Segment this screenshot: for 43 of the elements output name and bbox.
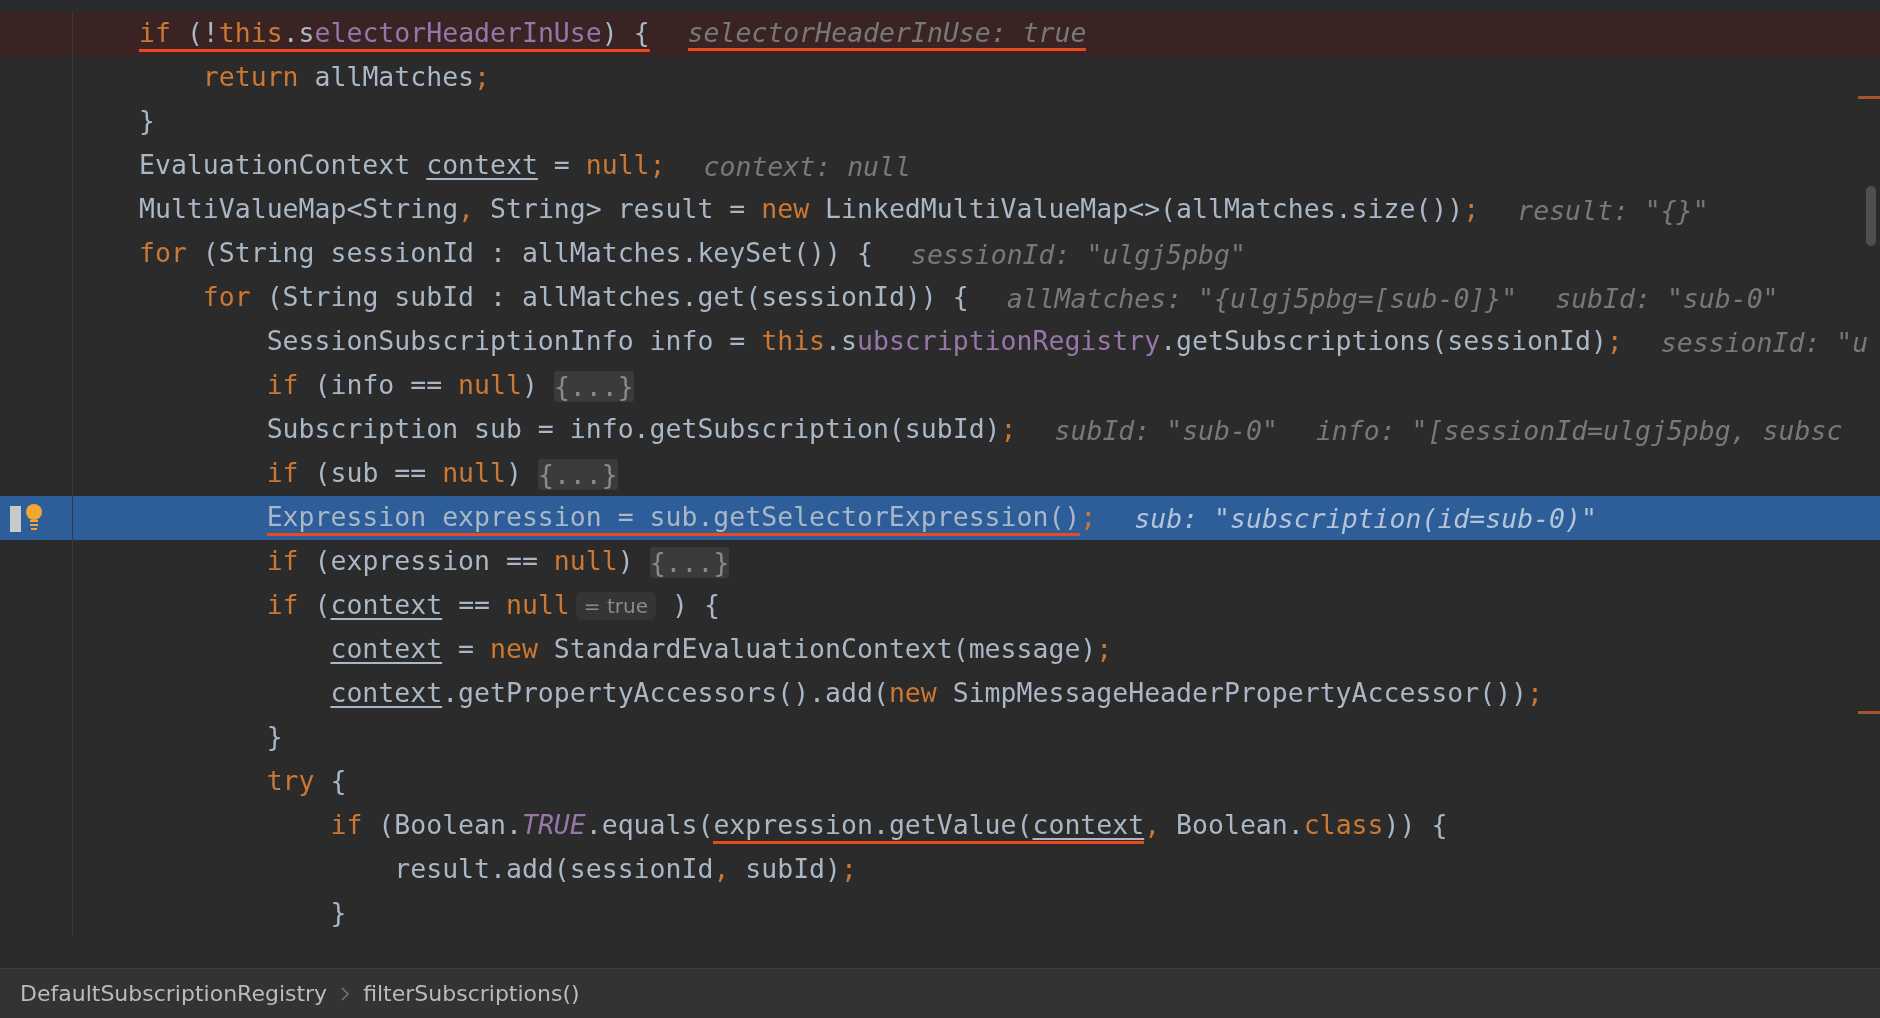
folded-code-placeholder[interactable]: {...} bbox=[537, 458, 618, 490]
execution-point-icon[interactable] bbox=[10, 503, 44, 533]
code-line: result.add(sessionId, subId); bbox=[394, 852, 857, 886]
debug-value-hint: sessionId: "u bbox=[1660, 326, 1869, 358]
code-line: context.getPropertyAccessors().add(new SimpMessageHeaderPropertyAccessor()); bbox=[330, 676, 1544, 710]
folded-code-placeholder[interactable]: {...} bbox=[553, 370, 634, 402]
code-line: Subscription sub = info.getSubscription(subId); bbox=[266, 412, 1017, 446]
code-line: if (context == null bbox=[266, 588, 570, 622]
code-line: context = new StandardEvaluationContext(message); bbox=[330, 632, 1113, 666]
debug-value-hint: allMatches: "{ulgj5pbg=[sub-0]}" bbox=[1006, 282, 1518, 314]
code-line: if (expression == null) bbox=[266, 544, 634, 578]
code-line: return allMatches; bbox=[202, 60, 491, 94]
inline-value-hint: = true bbox=[575, 592, 656, 620]
code-line: MultiValueMap<String, String> result = new LinkedMultiValueMap<>(allMatches.size()); bbox=[139, 192, 1480, 226]
error-stripe-mark[interactable] bbox=[1858, 96, 1880, 99]
code-line: try { bbox=[266, 764, 347, 798]
error-stripe-mark[interactable] bbox=[1858, 711, 1880, 714]
code-line: EvaluationContext context = null; bbox=[139, 148, 666, 182]
debug-value-hint: result: "{}" bbox=[1517, 194, 1709, 226]
breadcrumb-item[interactable]: filterSubscriptions() bbox=[363, 981, 580, 1006]
code-line: ) { bbox=[671, 588, 720, 622]
code-line: SessionSubscriptionInfo info = this.subscriptionRegistry.getSubscriptions(sessionId); bbox=[266, 324, 1623, 358]
scrollbar-thumb[interactable] bbox=[1866, 186, 1876, 246]
breadcrumb-item[interactable]: DefaultSubscriptionRegistry bbox=[20, 981, 328, 1006]
debug-value-hint: selectorHeaderInUse: true bbox=[687, 17, 1087, 51]
code-line: if (info == null) bbox=[266, 368, 538, 402]
code-line: } bbox=[330, 896, 347, 930]
debug-value-hint: subId: "sub-0" bbox=[1555, 282, 1779, 314]
debug-value-hint: sessionId: "ulgj5pbg" bbox=[910, 238, 1246, 270]
chevron-right-icon bbox=[341, 986, 350, 1001]
code-line: } bbox=[266, 720, 283, 754]
debug-value-hint: info: "[sessionId=ulgj5pbg, subsc bbox=[1315, 414, 1843, 446]
code-line: Expression expression = sub.getSelectorExpression(); bbox=[266, 500, 1097, 543]
code-line: for (String sessionId : allMatches.keySet()) { bbox=[139, 236, 873, 270]
code-line: if (!this.selectorHeaderInUse) { bbox=[139, 16, 650, 59]
code-line: if (Boolean.TRUE.equals(expression.getValue(context, Boolean.class)) { bbox=[330, 808, 1448, 851]
code-line: } bbox=[139, 104, 155, 138]
code-line: if (sub == null) bbox=[266, 456, 522, 490]
folded-code-placeholder[interactable]: {...} bbox=[649, 546, 730, 578]
debug-value-hint: subId: "sub-0" bbox=[1054, 414, 1278, 446]
code-line: for (String subId : allMatches.get(sessionId)) { bbox=[202, 280, 969, 314]
debug-value-hint: context: null bbox=[703, 150, 911, 182]
debug-value-hint: sub: "subscription(id=sub-0)" bbox=[1134, 502, 1597, 534]
